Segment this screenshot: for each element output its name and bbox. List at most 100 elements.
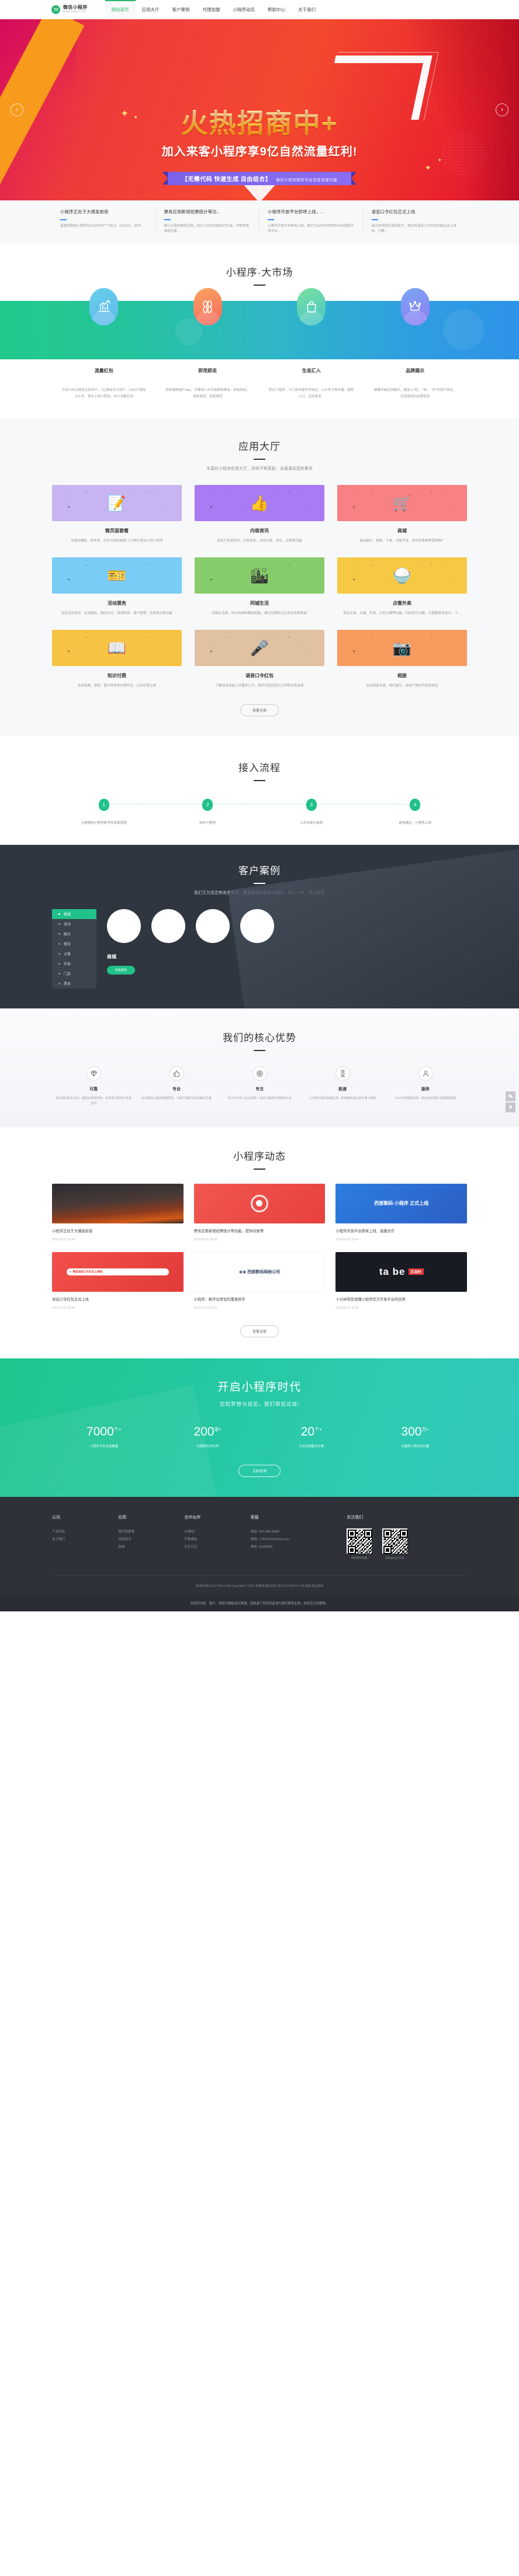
bullet-icon [58,943,60,945]
footer-link[interactable]: 产品动态 [52,1528,118,1536]
ticket-chart-icon[interactable]: ∘ + ∘ + ~ ◆ ∘ 🎫 [52,557,182,594]
bell-icon[interactable] [506,1102,515,1112]
news-thumb-text: 西部聚码·小程序 正式上线 [374,1201,429,1206]
page-builder-icon[interactable]: ∘ + ∘ + ~ ◆ ∘ 📝 [52,485,182,522]
site-logo[interactable]: 微信小程序 www.baiud.com [51,5,88,14]
case-category-1[interactable]: 资讯 [52,919,96,929]
logo-text: 微信小程序 www.baiud.com [63,5,88,13]
hero-slide-dot-0[interactable] [252,193,255,196]
footer-link[interactable]: 内容资讯 [118,1536,184,1544]
app-card[interactable]: ∘ + ∘ + ~ ◆ ∘ 🍚 点餐外卖 具有买单、点餐、外卖、打印小票等功能，… [337,557,467,617]
shop-cart-icon[interactable]: ∘ + ∘ + ~ ◆ ∘ 🛒 [337,485,467,522]
process-step-number: 3 [306,799,317,812]
advantage-item: 极速 三分钟可视化快速生成，即刻拥有自己的专属小程序 [301,1066,384,1107]
top-news-title[interactable]: 票务应用新增验票统计等功... [164,209,251,215]
photo-camera-icon[interactable]: ∘ + ∘ + ~ ◆ ∘ 📷 [337,629,467,666]
hero-next-button[interactable]: › [496,103,508,116]
footer-link[interactable]: 花生日记 [184,1544,250,1551]
case-category-6[interactable]: 门店 [52,969,96,979]
news-card[interactable]: ● 微信语音口令红包上线啦 语音口令红包正式上线 2018-02-02 16:45 [52,1251,184,1310]
news-card[interactable]: ◉◉ 西部数码网络公司 小程序：数字化转型的重要抓手 2018-02-02 16… [193,1251,326,1310]
app-card[interactable]: ∘ + ∘ + ~ ◆ ∘ 🎤 语音口令红包 只要说出发起人设置的口令，程序识别… [195,629,324,689]
footer-link[interactable]: 微信: Wx88888 [251,1544,347,1551]
news-card[interactable]: 小程序正处于大爆发前夜 2018-02-02 16:49 [52,1183,184,1242]
top-news-title[interactable]: 小程序正处于大爆发前夜 [60,209,147,215]
nav-item-2[interactable]: 客户案例 [166,0,196,19]
advantage-desc: 7x24小时客服在线，专业技术团队全程跟进服务 [395,1097,456,1101]
nav-item-0[interactable]: 网站首页 [105,0,136,19]
order-food-icon[interactable]: ∘ + ∘ + ~ ◆ ∘ 🍚 [337,557,467,594]
cta-button[interactable]: 立即咨询 [238,1464,281,1477]
decor-dot: ∘ [133,565,136,569]
news-more-button[interactable]: 查看全部 [240,1325,279,1337]
advantage-item: 服务 7x24小时客服在线，专业技术团队全程跟进服务 [384,1066,467,1107]
decor-dot: ∘ [276,565,278,569]
cases-view-button[interactable]: 查看案例 [107,966,135,975]
news-card[interactable]: 西部聚码·小程序 正式上线 小程序开放平台即将上线，诚邀合作 2018-02-0… [335,1183,467,1242]
city-location-icon[interactable]: ∘ + ∘ + ~ ◆ ∘ 🏙 [195,557,324,594]
news-card[interactable]: 票务应用新增验票统计等功能，提供对账等 2018-02-02 16:48 [193,1183,326,1242]
hero-subtitle: 加入来客小程序享9亿自然流量红利! [161,145,358,158]
decor-dot: ∘ [162,575,164,579]
hero-banner: ✦ ✦ ✦ ✦ 火热招商中+ 加入来客小程序享9亿自然流量红利! 【无需代码 快… [0,19,519,200]
news-card[interactable]: ta be 正当时 十分钟带您读懂小程序官方开发平台的优势 2018-02-02 … [335,1251,467,1310]
decor-tilde: ~ [444,639,445,643]
hero-slide-dot-1[interactable] [258,193,261,196]
hero-slide-dot-2[interactable] [264,193,267,196]
case-preview-1[interactable] [151,909,185,944]
top-news-title[interactable]: 小程序开放平台即将上线，... [268,209,355,215]
top-news-item[interactable]: 小程序正处于大爆发前夜 直播答题是小程序在2018年的**个风口。1月18日，新… [52,209,156,235]
voice-redpacket-icon[interactable]: ∘ + ∘ + ~ ◆ ∘ 🎤 [195,629,324,666]
case-preview-0[interactable] [107,909,141,944]
footer-copyright: [本源码演示QQ778412468] Copyright © 2021 某某网 … [52,1575,467,1596]
wechat-icon[interactable] [506,1091,515,1101]
top-news-title[interactable]: 语音口令红包正式上线 [372,209,459,215]
footer-link[interactable]: 92建站 [184,1528,250,1536]
green-ring-icon[interactable] [193,1183,326,1223]
case-category-3[interactable]: 餐饮 [52,939,96,949]
app-card[interactable]: ∘ + ∘ + ~ ◆ ∘ 🏙 同城生活 同城生活圈，地方自媒体赚钱利器，通过互… [195,557,324,617]
app-card[interactable]: ∘ + ∘ + ~ ◆ ∘ 📷 相册 支持相册分类、相片展示，给用户更好的视觉体… [337,629,467,689]
volcano-photo-icon[interactable] [52,1183,184,1223]
case-category-5[interactable]: 外卖 [52,959,96,969]
site-footer: 公司 产品动态 关于我们 应用 微页面套餐 内容资讯 商城 合作伙伴 92建站 齐鲁建站… [0,1496,519,1596]
footer-link[interactable]: 齐鲁建站 [184,1536,250,1544]
top-news-item[interactable]: 语音口令红包正式上线 经过技术团队加班努力，咱们的语音口令红包功能正式上线啦，只… [364,209,468,235]
case-category-4[interactable]: 点餐 [52,949,96,959]
app-card[interactable]: ∘ + ∘ + ~ ◆ ∘ 📝 微页面套餐 丰富的模板、组件库，完全可视化拖拽 … [52,485,182,545]
company-logo-icon[interactable]: ◉◉ 西部数码网络公司 [193,1251,326,1292]
hero-prev-button[interactable]: ‹ [11,103,23,116]
blue-banner-icon[interactable]: 西部聚码·小程序 正式上线 [335,1183,467,1223]
footer-link[interactable]: 关于我们 [52,1536,118,1544]
app-card[interactable]: ∘ + ∘ + ~ ◆ ∘ 👍 内容资讯 适用于各类资讯、内容发布，支持分类、评… [195,485,324,545]
case-category-2[interactable]: 展示 [52,929,96,939]
nav-item-6[interactable]: 关于我们 [292,0,322,19]
footer-link[interactable]: 电话: 400-888-8888 [251,1528,347,1536]
case-category-0[interactable]: 商城 [52,909,96,920]
nav-item-4[interactable]: 小程序动态 [227,0,262,19]
decor-diamond: ◆ [352,577,355,581]
top-news-item[interactable]: 票务应用新增验票统计等功... 精心打造的票务应用，经过十余次功能迭代升级，不断… [156,209,260,235]
app-card[interactable]: ∘ + ∘ + ~ ◆ ∘ 🛒 商城 商品展示、搜索、下单、功能齐全，支持优惠券… [337,485,467,545]
footer-qr-caption: - 扫码到手机版 - [350,1556,369,1559]
nav-item-5[interactable]: 帮助中心 [261,0,292,19]
case-preview-2[interactable] [196,909,230,944]
case-preview-3[interactable] [240,909,274,944]
footer-link[interactable]: 邮箱: 778412468@qq.com [251,1536,347,1544]
app-glyph: 🎤 [250,639,269,657]
app-hall-more-button[interactable]: 查看全部 [240,704,279,717]
footer-link[interactable]: 微页面套餐 [118,1528,184,1536]
nav-item-3[interactable]: 代理加盟 [196,0,227,19]
news-thumb-icon[interactable]: ∘ + ∘ + ~ ◆ ∘ 👍 [195,485,324,522]
tabe-logo-icon[interactable]: ta be 正当时 [335,1251,467,1292]
nav-item-1[interactable]: 应用大厅 [136,0,166,19]
case-category-7[interactable]: 票务 [52,979,96,989]
book-video-icon[interactable]: ∘ + ∘ + ~ ◆ ∘ 📖 [52,629,182,666]
footer-link[interactable]: 商城 [118,1544,184,1551]
top-news-item[interactable]: 小程序开放平台即将上线，... 小程序开放平台即将上线，我们为合作伙伴提供OEM… [260,209,364,235]
app-card[interactable]: ∘ + ∘ + ~ ◆ ∘ 📖 知识付费 支持音频、视频、图文等多种付费形式，让… [52,629,182,689]
decor-diamond: ◆ [210,650,213,654]
app-card[interactable]: ∘ + ∘ + ~ ◆ ∘ 🎫 活动票务 支持活动发布、在线报名、微信支付、快速… [52,557,182,617]
red-packet-icon[interactable]: ● 微信语音口令红包上线啦 [52,1251,184,1292]
logo-subtitle: www.baiud.com [63,9,86,13]
